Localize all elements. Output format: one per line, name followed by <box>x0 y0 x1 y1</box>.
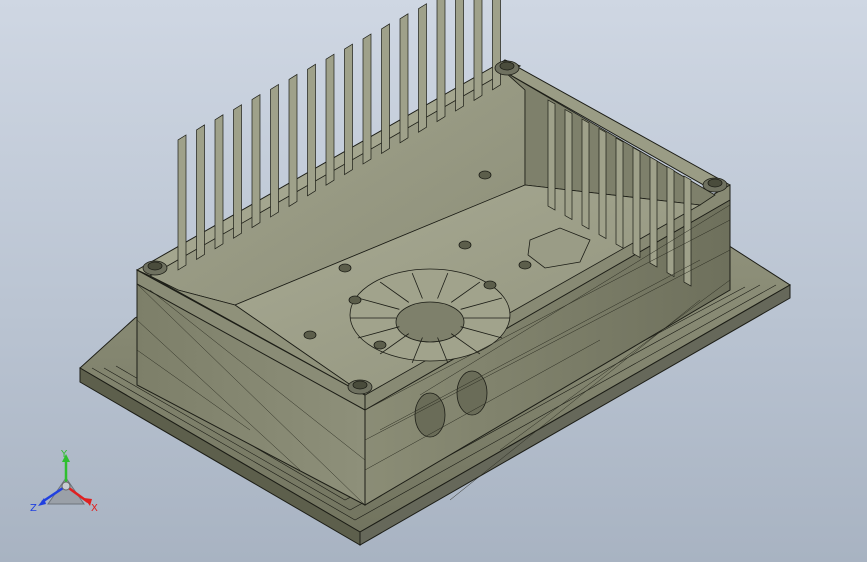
wall-rib <box>455 0 464 112</box>
inner-back-right-wall <box>504 71 716 206</box>
corner-post-hole <box>499 61 515 71</box>
corner-post-hole <box>352 380 368 390</box>
y-axis-label: Y <box>61 449 68 460</box>
wall-rib <box>492 0 501 91</box>
wall-rib <box>196 124 205 261</box>
wall-rib <box>381 23 390 155</box>
wall-rib <box>547 99 556 211</box>
wall-rib <box>564 108 573 221</box>
floor-pillar <box>303 330 317 340</box>
wall-rib <box>307 63 316 197</box>
wall-rib <box>270 83 279 218</box>
graphics-viewport[interactable]: Y X Z <box>0 0 867 562</box>
floor-pillar <box>518 260 532 270</box>
wall-rib <box>233 104 242 239</box>
enclosure-model[interactable] <box>0 0 867 562</box>
wall-rib <box>615 137 624 249</box>
corner-post-hole <box>147 261 163 271</box>
wall-rib <box>177 134 187 271</box>
wall-rib <box>418 3 427 133</box>
wall-rib <box>632 146 641 259</box>
port-left <box>414 392 446 438</box>
floor-pillar <box>458 240 472 250</box>
floor-pillar <box>338 263 352 273</box>
wall-rib <box>581 118 590 230</box>
wall-rib <box>325 53 335 186</box>
view-triad: Y X Z <box>26 446 106 526</box>
floor-pillar <box>483 280 497 290</box>
z-axis-label: Z <box>30 503 37 514</box>
wall-rib <box>362 33 372 165</box>
floor-pillar <box>373 340 387 350</box>
x-axis-label: X <box>91 503 98 514</box>
wall-rib <box>288 73 298 208</box>
corner-post-hole <box>707 178 723 188</box>
wall-rib <box>598 127 607 240</box>
wall-rib <box>399 13 409 144</box>
wall-rib <box>214 114 224 250</box>
wall-rib <box>473 0 483 102</box>
wall-rib <box>251 93 261 229</box>
port-right <box>456 370 488 416</box>
wall-rib <box>436 0 446 123</box>
wall-rib <box>344 43 353 176</box>
floor-pillar <box>348 295 362 305</box>
wall-rib <box>666 165 675 278</box>
floor-pillar <box>478 170 492 180</box>
